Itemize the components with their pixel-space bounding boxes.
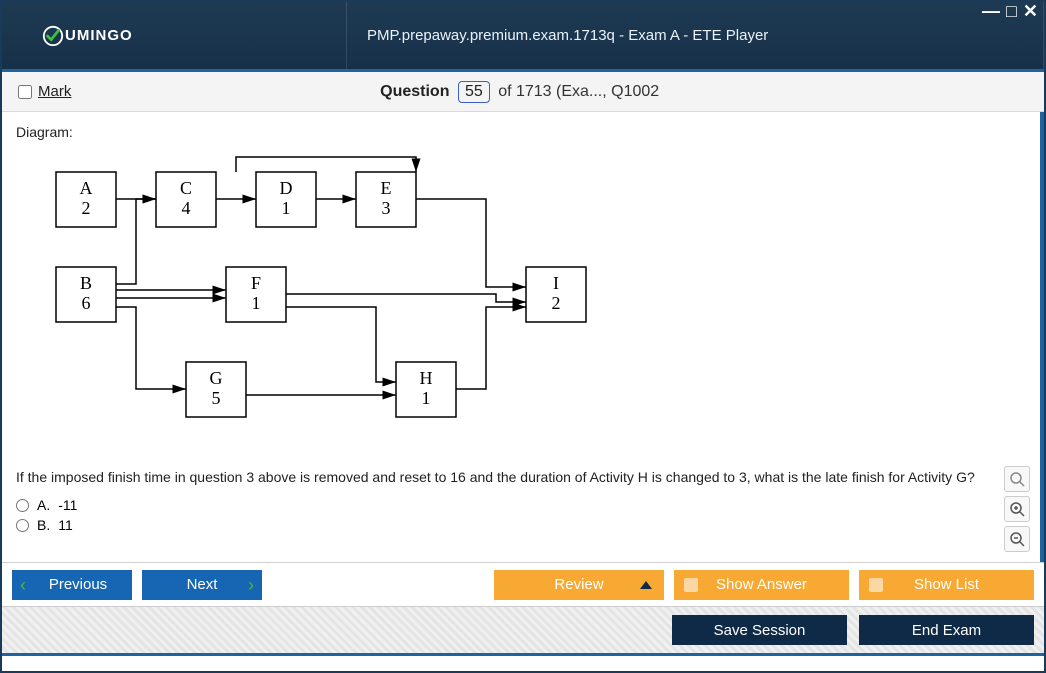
- answer-radio[interactable]: [16, 499, 29, 512]
- question-word: Question: [380, 83, 449, 100]
- zoom-out-icon[interactable]: [1004, 526, 1030, 552]
- answer-letter: A.: [37, 497, 50, 513]
- answer-letter: B.: [37, 517, 50, 533]
- triangle-up-icon: [640, 581, 652, 589]
- check-icon: [42, 25, 64, 47]
- content-area: Diagram: .nbox { fill:#fff; stroke:#000;…: [2, 112, 1044, 562]
- maximize-icon[interactable]: □: [1006, 4, 1017, 18]
- window-title: PMP.prepaway.premium.exam.1713q - Exam A…: [347, 2, 1044, 69]
- square-icon: [684, 578, 698, 592]
- svg-text:6: 6: [82, 293, 91, 313]
- svg-text:C: C: [180, 178, 192, 198]
- previous-button[interactable]: ‹ Previous: [12, 570, 132, 600]
- window-controls: — □ ✕: [982, 4, 1038, 18]
- svg-text:H: H: [420, 368, 433, 388]
- zoom-reset-icon[interactable]: [1004, 466, 1030, 492]
- svg-text:2: 2: [552, 293, 561, 313]
- previous-label: Previous: [49, 576, 107, 593]
- svg-text:D: D: [280, 178, 293, 198]
- question-indicator: Question 55 of 1713 (Exa..., Q1002: [71, 81, 968, 103]
- end-exam-button[interactable]: End Exam: [859, 615, 1034, 645]
- answer-radio[interactable]: [16, 519, 29, 532]
- question-number[interactable]: 55: [458, 81, 490, 103]
- svg-text:A: A: [80, 178, 93, 198]
- svg-text:G: G: [210, 368, 223, 388]
- answer-option[interactable]: A. -11: [16, 497, 1026, 513]
- svg-text:3: 3: [382, 198, 391, 218]
- show-answer-label: Show Answer: [716, 576, 807, 593]
- mark-input[interactable]: [18, 85, 32, 99]
- save-session-button[interactable]: Save Session: [672, 615, 847, 645]
- diagram-label: Diagram:: [16, 124, 1026, 140]
- brand-text: UMINGO: [65, 27, 133, 44]
- next-button[interactable]: Next ›: [142, 570, 262, 600]
- mark-checkbox[interactable]: Mark: [18, 83, 71, 100]
- question-text: If the imposed finish time in question 3…: [16, 469, 1026, 485]
- show-list-label: Show List: [914, 576, 979, 593]
- show-answer-button[interactable]: Show Answer: [674, 570, 849, 600]
- show-list-button[interactable]: Show List: [859, 570, 1034, 600]
- zoom-in-icon[interactable]: [1004, 496, 1030, 522]
- chevron-right-icon: ›: [248, 576, 254, 594]
- answer-text: 11: [58, 517, 73, 533]
- review-button[interactable]: Review: [494, 570, 664, 600]
- end-exam-label: End Exam: [912, 622, 981, 639]
- svg-text:2: 2: [82, 198, 91, 218]
- answer-option[interactable]: B. 11: [16, 517, 1026, 533]
- close-icon[interactable]: ✕: [1023, 4, 1038, 18]
- svg-text:E: E: [381, 178, 392, 198]
- chevron-left-icon: ‹: [20, 576, 26, 594]
- zoom-tools: [1004, 466, 1030, 552]
- session-toolbar: Save Session End Exam: [2, 606, 1044, 656]
- minimize-icon[interactable]: —: [982, 4, 1000, 18]
- answer-text: -11: [58, 497, 77, 513]
- square-icon: [869, 578, 883, 592]
- question-header: Mark Question 55 of 1713 (Exa..., Q1002: [2, 72, 1044, 112]
- svg-text:1: 1: [422, 388, 431, 408]
- svg-text:I: I: [553, 273, 559, 293]
- title-bar: UMINGO PMP.prepaway.premium.exam.1713q -…: [2, 2, 1044, 72]
- svg-text:1: 1: [252, 293, 261, 313]
- logo-area: UMINGO: [2, 2, 347, 69]
- question-range: of 1713 (Exa..., Q1002: [498, 83, 659, 100]
- svg-text:5: 5: [212, 388, 221, 408]
- brand-logo: UMINGO: [42, 25, 133, 47]
- svg-text:1: 1: [282, 198, 291, 218]
- next-label: Next: [187, 576, 218, 593]
- network-diagram: .nbox { fill:#fff; stroke:#000; stroke-w…: [36, 152, 1026, 445]
- review-label: Review: [554, 576, 603, 593]
- save-session-label: Save Session: [714, 622, 806, 639]
- nav-toolbar: ‹ Previous Next › Review Show Answer Sho…: [2, 562, 1044, 606]
- svg-text:4: 4: [182, 198, 191, 218]
- svg-text:F: F: [251, 273, 261, 293]
- mark-label: Mark: [38, 83, 71, 100]
- svg-text:B: B: [80, 273, 92, 293]
